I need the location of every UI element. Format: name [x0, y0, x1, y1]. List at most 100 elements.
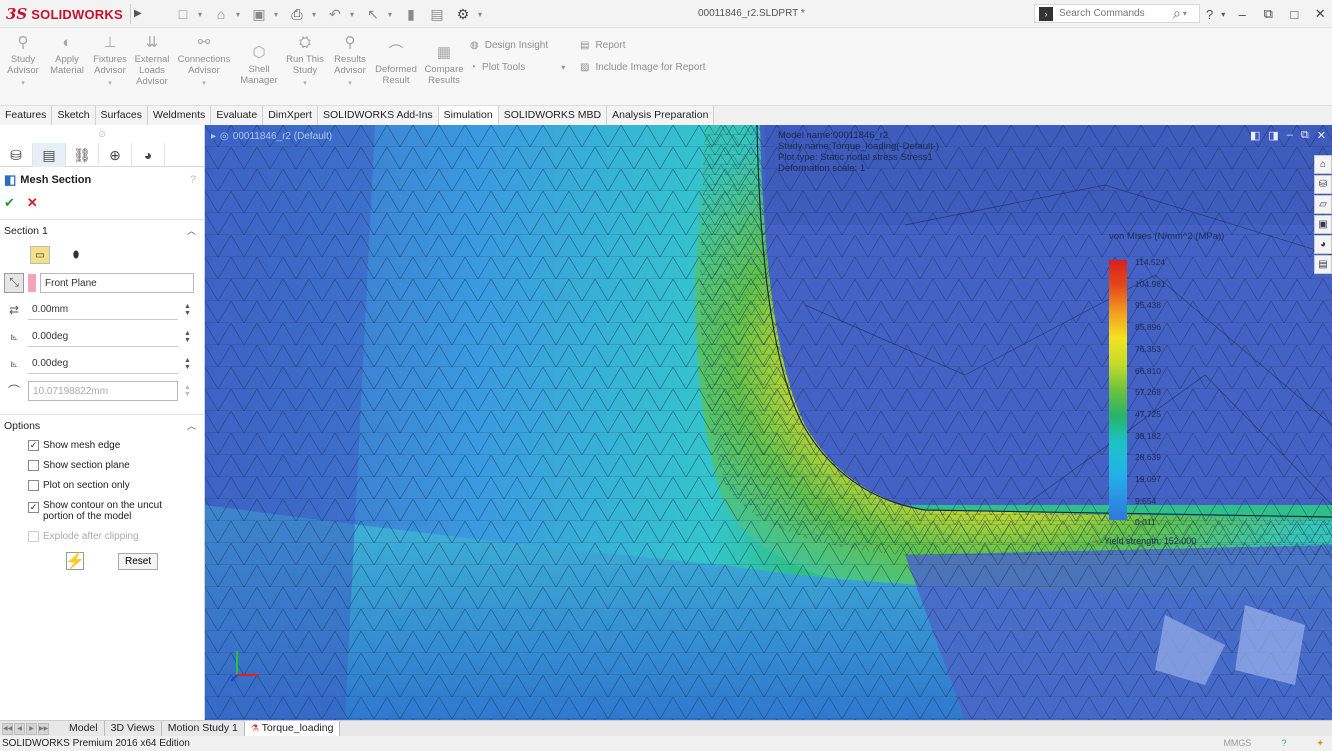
cancel-x-icon[interactable]: ✕ — [27, 195, 38, 211]
fixtures-advisor-caret-icon[interactable]: ▾ — [92, 78, 128, 89]
show-mesh-edge-checkbox[interactable]: ✓ — [28, 440, 39, 451]
include-image-button[interactable]: ▨ Include Image for Report — [580, 56, 706, 78]
tab-mbd[interactable]: SOLIDWORKS MBD — [498, 106, 608, 125]
tab-dimxpert[interactable]: DimXpert — [263, 106, 318, 125]
show-section-plane-checkbox[interactable] — [28, 460, 39, 471]
options-dropdown-caret-icon[interactable]: ▾ — [478, 4, 486, 24]
tab-addins[interactable]: SOLIDWORKS Add-Ins — [317, 106, 439, 125]
reference-plane-icon[interactable]: ⤡ — [4, 272, 24, 293]
new-dropdown-caret-icon[interactable]: ▾ — [198, 4, 206, 24]
viewport-restore-icon[interactable]: ⧉ — [1301, 129, 1309, 142]
compare-results-button[interactable]: ▦ Compare Results — [422, 34, 466, 86]
tab-surfaces[interactable]: Surfaces — [95, 106, 148, 125]
option-show-contour-uncut[interactable]: ✓ Show contour on the uncut portion of t… — [0, 500, 170, 522]
cylindrical-section-icon[interactable]: ⬮ — [66, 246, 86, 264]
tab-torque-loading[interactable]: ⚗ Torque_loading — [244, 721, 341, 736]
new-document-icon[interactable]: □ — [172, 4, 194, 24]
angle2-input[interactable]: 0.00deg — [28, 354, 178, 374]
option-plot-on-section-only[interactable]: Plot on section only — [0, 480, 204, 491]
home-resources-icon[interactable]: ⌂ — [1314, 155, 1332, 174]
results-advisor-button[interactable]: ⚲ Results Advisor ▾ — [330, 34, 370, 89]
tab-weldments[interactable]: Weldments — [147, 106, 212, 125]
plot-tools-button[interactable]: ◔ Plot Tools ▾ — [470, 56, 565, 78]
option-show-section-plane[interactable]: Show section plane — [0, 460, 204, 471]
split-view-2-icon[interactable]: ◨ — [1268, 129, 1278, 142]
connections-advisor-caret-icon[interactable]: ▾ — [176, 78, 232, 89]
help-status-icon[interactable]: ? — [1281, 736, 1286, 751]
rebuild-icon[interactable]: ▮ — [400, 4, 422, 24]
units-label[interactable]: MMGS — [1223, 736, 1251, 751]
offset-input[interactable]: 0.00mm — [28, 300, 178, 320]
close-icon[interactable]: ✕ — [1311, 5, 1329, 23]
solidworks-logo[interactable]: 3S SOLIDWORKS — [6, 3, 123, 25]
results-advisor-caret-icon[interactable]: ▾ — [330, 78, 370, 89]
tab-3d-views[interactable]: 3D Views — [105, 721, 162, 736]
split-view-icon[interactable]: ◧ — [1250, 129, 1260, 142]
tab-simulation[interactable]: Simulation — [438, 106, 499, 125]
undo-dropdown-caret-icon[interactable]: ▾ — [350, 4, 358, 24]
prev-tab-arrow-icon[interactable]: ◀ — [14, 722, 25, 735]
property-manager-tab-icon[interactable]: ▤ — [33, 143, 66, 167]
report-button[interactable]: ▤ Report — [580, 34, 706, 56]
plane-selection-field[interactable]: Front Plane — [40, 272, 194, 293]
restore-icon[interactable]: ⧉ — [1259, 5, 1277, 23]
angle1-spinner-icon[interactable]: ▲ ▼ — [184, 330, 191, 344]
select-cursor-icon[interactable]: ↖ — [362, 4, 384, 24]
print-dropdown-caret-icon[interactable]: ▾ — [312, 4, 320, 24]
show-contour-checkbox[interactable]: ✓ — [28, 502, 39, 513]
display-manager-tab-icon[interactable]: ◕ — [132, 143, 165, 167]
search-icon[interactable]: ⌕ — [1173, 5, 1181, 22]
last-tab-arrow-icon[interactable]: ▶▶ — [38, 722, 49, 735]
panel-grip-icon[interactable]: ⊙ — [0, 125, 204, 143]
help-question-icon[interactable]: ? — [190, 174, 196, 186]
plot-tools-caret-icon[interactable]: ▾ — [561, 63, 565, 72]
select-dropdown-caret-icon[interactable]: ▾ — [388, 4, 396, 24]
appearances-icon[interactable]: ◕ — [1314, 235, 1332, 254]
open-folder-icon[interactable]: ⌂ — [210, 4, 232, 24]
planar-section-icon[interactable]: ▭ — [30, 246, 50, 264]
angle1-input[interactable]: 0.00deg — [28, 327, 178, 347]
print-icon[interactable]: ⎙ — [286, 4, 308, 24]
viewport-minimize-icon[interactable]: – — [1287, 129, 1293, 142]
study-advisor-button[interactable]: ⚲ Study Advisor ▾ — [6, 34, 40, 89]
next-tab-arrow-icon[interactable]: ▶ — [26, 722, 37, 735]
tab-motion-study[interactable]: Motion Study 1 — [162, 721, 245, 736]
options-chevron-up-icon[interactable]: ︿ — [187, 419, 196, 432]
fixtures-advisor-button[interactable]: ⊥ Fixtures Advisor ▾ — [92, 34, 128, 89]
search-commands-box[interactable]: › ⌕ ▾ — [1034, 4, 1200, 23]
custom-properties-icon[interactable]: ▤ — [1314, 255, 1332, 274]
stress-color-legend[interactable] — [1109, 260, 1127, 520]
tab-model[interactable]: Model — [63, 721, 105, 736]
external-loads-advisor-button[interactable]: ⇊ External Loads Advisor — [133, 34, 171, 87]
option-show-mesh-edge[interactable]: ✓ Show mesh edge — [0, 440, 204, 451]
help-icon[interactable]: ? — [1206, 7, 1213, 22]
plot-on-section-only-checkbox[interactable] — [28, 480, 39, 491]
design-library-icon[interactable]: ⛁ — [1314, 175, 1332, 194]
feature-tree-tab-icon[interactable]: ⛁ — [0, 143, 33, 167]
study-advisor-caret-icon[interactable]: ▾ — [6, 78, 40, 89]
section-group-header[interactable]: Section 1 ︿ — [0, 219, 204, 241]
run-study-caret-icon[interactable]: ▾ — [284, 78, 326, 89]
file-explorer-icon[interactable]: ▱ — [1314, 195, 1332, 214]
configuration-manager-tab-icon[interactable]: ⛓ — [66, 143, 99, 167]
connections-advisor-button[interactable]: ⚯ Connections Advisor ▾ — [176, 34, 232, 89]
options-gear-icon[interactable]: ⚙ — [452, 4, 474, 24]
reset-button[interactable]: Reset — [118, 552, 159, 570]
tab-sketch[interactable]: Sketch — [52, 106, 96, 125]
search-dropdown-caret-icon[interactable]: ▾ — [1183, 9, 1187, 18]
run-this-study-button[interactable]: ⛭ Run This Study ▾ — [284, 34, 326, 89]
apply-material-button[interactable]: ◐ Apply Material — [48, 34, 86, 76]
save-dropdown-caret-icon[interactable]: ▾ — [274, 4, 282, 24]
tab-features[interactable]: Features — [0, 106, 53, 125]
minimize-icon[interactable]: – — [1233, 5, 1251, 23]
first-tab-arrow-icon[interactable]: ◀◀ — [2, 722, 13, 735]
design-insight-button[interactable]: ◍ Design Insight — [470, 34, 565, 56]
save-icon[interactable]: ▣ — [248, 4, 270, 24]
options-group-header[interactable]: Options ︿ — [0, 414, 204, 436]
dimxpert-tab-icon[interactable]: ⊕ — [99, 143, 132, 167]
offset-spinner-icon[interactable]: ▲ ▼ — [184, 303, 191, 317]
update-section-icon[interactable]: ⚡ — [65, 552, 85, 570]
maximize-icon[interactable]: □ — [1285, 5, 1303, 23]
graphics-viewport[interactable]: ▸ ◎ 00011846_r2 (Default) Model name:000… — [205, 125, 1332, 720]
open-dropdown-caret-icon[interactable]: ▾ — [236, 4, 244, 24]
